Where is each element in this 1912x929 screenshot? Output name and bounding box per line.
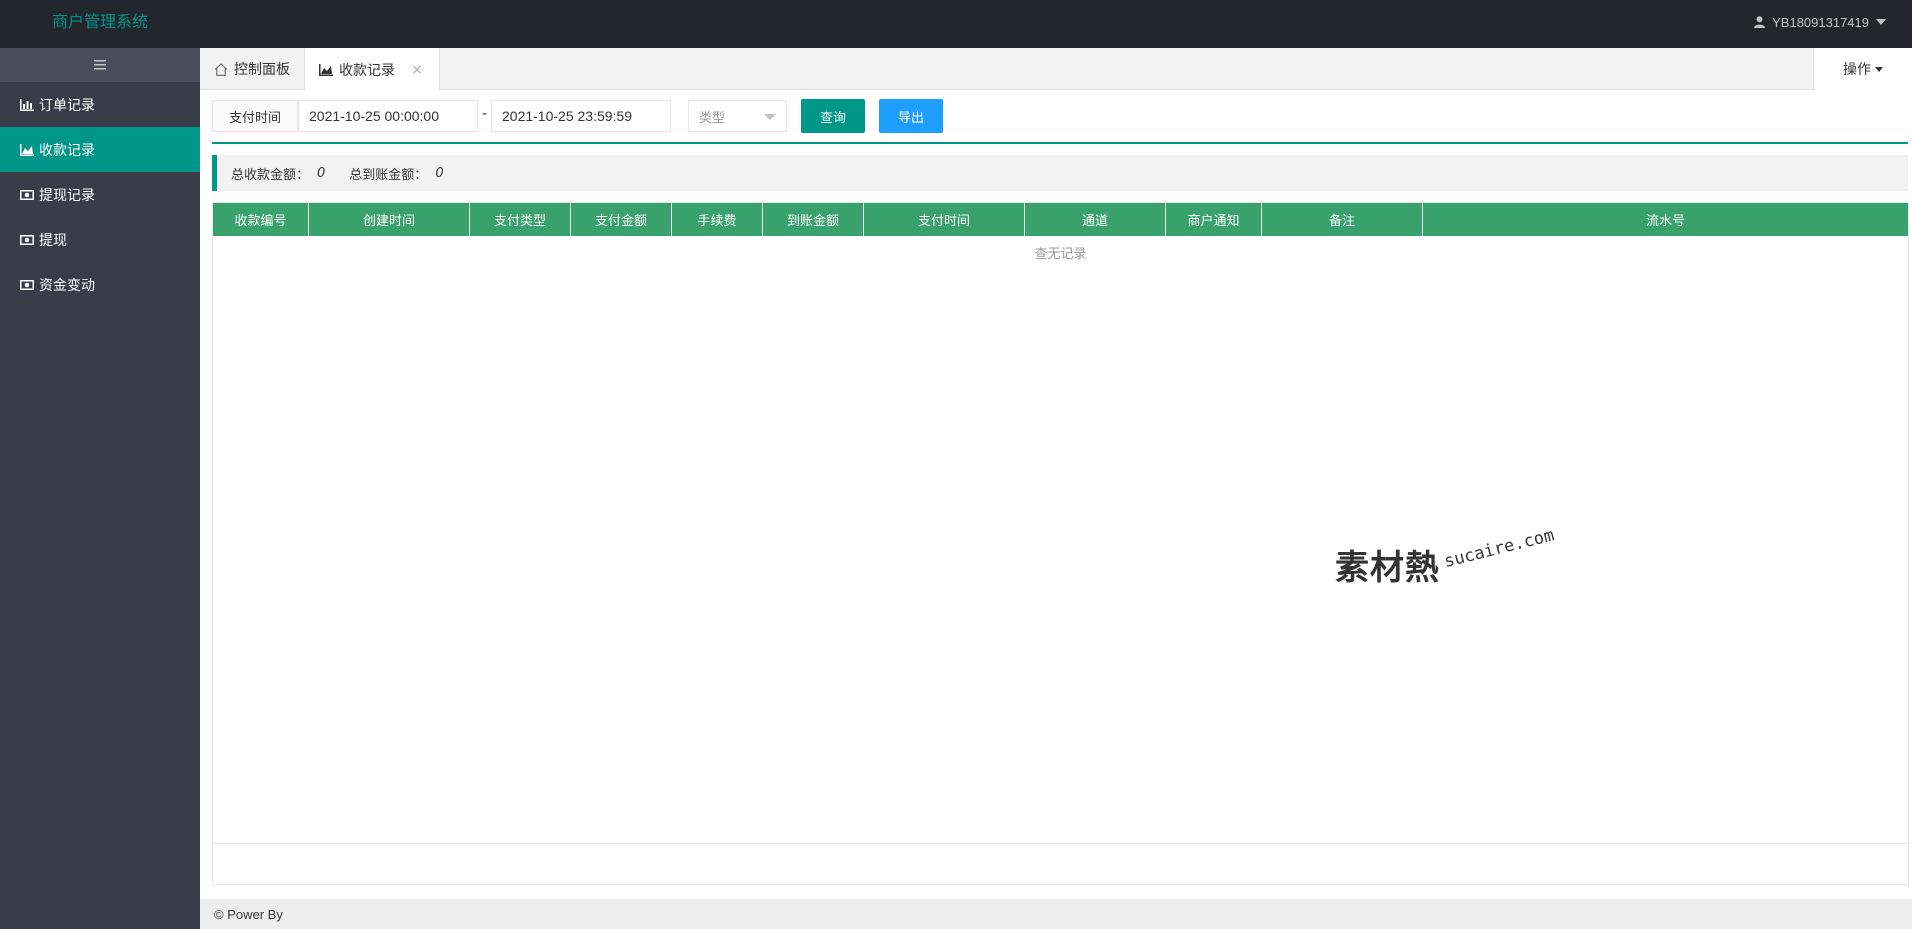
column-header[interactable]: 备注 <box>1262 203 1423 236</box>
user-icon <box>1754 16 1766 28</box>
date-separator: - <box>482 106 488 122</box>
sidebar-item-withdraw[interactable]: 提现 <box>0 217 200 262</box>
tab-label: 控制面板 <box>234 62 290 78</box>
sidebar-item-receipt-records[interactable]: 收款记录 <box>0 127 200 172</box>
table-pagination <box>213 843 1908 884</box>
records-table: 收款编号 创建时间 支付类型 支付金额 手续费 到账金额 支付时间 通道 商户通… <box>212 202 1909 885</box>
column-header[interactable]: 支付类型 <box>470 203 571 236</box>
watermark-logo: 素材熱 <box>1335 548 1440 588</box>
chevron-down-icon <box>1876 19 1886 25</box>
sidebar-item-order-records[interactable]: 订单记录 <box>0 82 200 127</box>
sidebar-toggle[interactable] <box>0 48 200 82</box>
column-header[interactable]: 创建时间 <box>309 203 470 236</box>
tab-receipt-records[interactable]: 收款记录 × <box>304 48 440 91</box>
total-credited-value: 0 <box>435 165 444 181</box>
summary-bar: 总收款金额： 0 总到账金额： 0 <box>212 155 1908 191</box>
sidebar-item-label: 提现记录 <box>39 187 95 204</box>
column-header[interactable]: 支付时间 <box>864 203 1025 236</box>
tab-dashboard[interactable]: 控制面板 <box>200 48 304 90</box>
table-header: 收款编号 创建时间 支付类型 支付金额 手续费 到账金额 支付时间 通道 商户通… <box>213 203 1908 236</box>
money-icon <box>20 279 34 290</box>
tab-bar: 控制面板 收款记录 × 操作 <box>200 48 1912 91</box>
total-received-label: 总收款金额： <box>231 167 310 183</box>
type-select[interactable]: 类型 <box>688 100 787 132</box>
column-header[interactable]: 流水号 <box>1423 203 1908 236</box>
sidebar-item-label: 资金变动 <box>39 277 95 294</box>
end-date-input[interactable] <box>491 100 671 132</box>
close-icon[interactable]: × <box>411 62 423 78</box>
type-placeholder: 类型 <box>699 110 726 126</box>
footer-text: © Power By <box>214 906 283 922</box>
bar-chart-icon <box>20 98 34 111</box>
sidebar-item-fund-changes[interactable]: 资金变动 <box>0 262 200 307</box>
money-icon <box>20 234 34 245</box>
home-icon <box>214 62 228 76</box>
empty-state: 查无记录 <box>1034 247 1087 262</box>
sidebar-item-withdrawal-records[interactable]: 提现记录 <box>0 172 200 217</box>
footer: © Power By <box>200 899 1912 929</box>
watermark-text: sucaire.com <box>1442 525 1557 572</box>
app-title: 商户管理系统 <box>52 12 149 31</box>
sidebar-item-label: 收款记录 <box>39 142 95 159</box>
column-header[interactable]: 手续费 <box>672 203 763 236</box>
sidebar: 订单记录 收款记录 提现记录 提现 资金变动 <box>0 48 200 929</box>
sidebar-item-label: 提现 <box>39 232 67 249</box>
column-header[interactable]: 支付金额 <box>571 203 672 236</box>
sidebar-item-label: 订单记录 <box>39 97 95 114</box>
query-button[interactable]: 查询 <box>801 99 865 133</box>
payment-time-label: 支付时间 <box>212 100 298 132</box>
operations-label: 操作 <box>1843 62 1871 78</box>
menu-icon <box>94 60 106 70</box>
total-received-value: 0 <box>317 165 326 181</box>
column-header[interactable]: 通道 <box>1025 203 1166 236</box>
chevron-down-icon <box>1875 66 1883 72</box>
column-header[interactable]: 商户通知 <box>1166 203 1262 236</box>
tab-label: 收款记录 <box>339 62 395 79</box>
area-chart-icon <box>20 143 34 156</box>
operations-menu[interactable]: 操作 <box>1813 48 1912 90</box>
money-icon <box>20 189 34 200</box>
column-header[interactable]: 收款编号 <box>213 203 309 236</box>
top-header: 商户管理系统 YB18091317419 <box>0 0 1912 48</box>
export-button[interactable]: 导出 <box>879 99 943 133</box>
watermark: 素材熱 sucaire.com <box>1335 525 1595 600</box>
divider <box>212 142 1908 144</box>
user-menu[interactable]: YB18091317419 <box>1754 0 1886 44</box>
column-header[interactable]: 到账金额 <box>763 203 864 236</box>
chevron-down-icon <box>764 114 776 120</box>
username: YB18091317419 <box>1772 14 1869 30</box>
start-date-input[interactable] <box>298 100 478 132</box>
total-credited-label: 总到账金额： <box>349 167 428 183</box>
area-chart-icon <box>319 63 333 76</box>
